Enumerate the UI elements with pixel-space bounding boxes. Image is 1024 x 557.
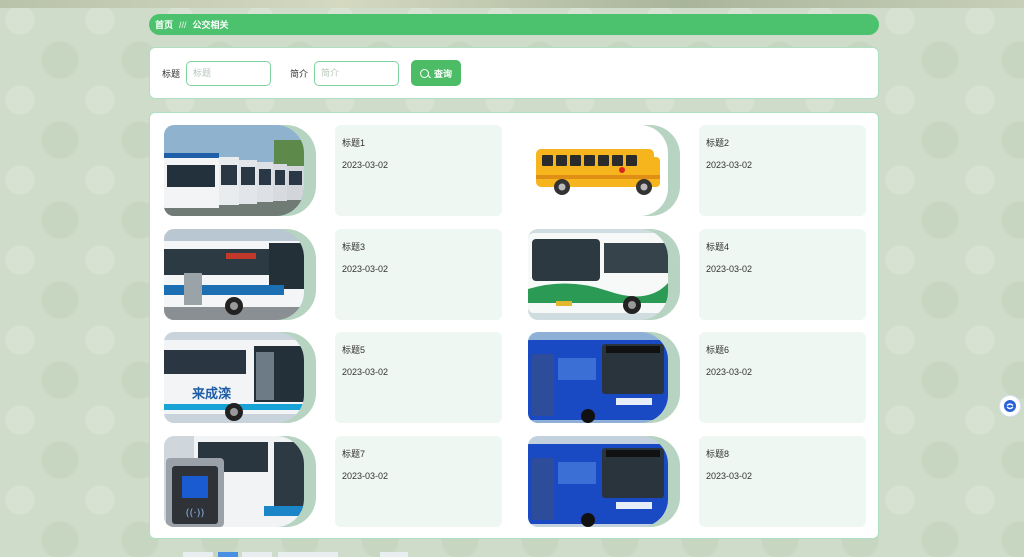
card-title: 标题4 xyxy=(706,242,730,252)
card-thumbnail[interactable] xyxy=(164,229,316,320)
list-item[interactable]: ((·)) 标题7 2023-03-02 xyxy=(164,436,503,527)
title-search-input[interactable] xyxy=(186,60,272,86)
chat-assistant-icon[interactable] xyxy=(999,395,1021,417)
list-item[interactable]: 标题1 2023-03-02 xyxy=(164,125,503,216)
card-date: 2023-03-02 xyxy=(706,264,753,274)
card-date: 2023-03-02 xyxy=(342,160,389,170)
pagination-prev[interactable] xyxy=(183,552,213,557)
breadcrumb: 首页 /// 公交相关 xyxy=(149,14,879,35)
search-panel: 标题 简介 查询 xyxy=(149,47,879,99)
bus-list-panel: 标题1 2023-03-02 标题2 2023-03-02 标题3 2023-0… xyxy=(149,112,879,539)
blue-bus-photo xyxy=(528,436,668,527)
card-title: 标题7 xyxy=(342,449,366,459)
school-bus-illustration xyxy=(528,125,668,216)
card-thumbnail[interactable] xyxy=(164,125,316,216)
card-thumbnail[interactable]: 来成滦 xyxy=(164,332,316,423)
card-info[interactable]: 标题5 2023-03-02 xyxy=(335,332,502,423)
green-white-bus-photo xyxy=(528,229,668,320)
card-info[interactable]: 标题8 2023-03-02 xyxy=(699,436,866,527)
city-bus-photo: 来成滦 xyxy=(164,332,304,423)
card-date: 2023-03-02 xyxy=(706,471,753,481)
blue-bus-photo xyxy=(528,332,668,423)
search-icon xyxy=(420,68,430,78)
card-title: 标题3 xyxy=(342,242,366,252)
card-title: 标题1 xyxy=(342,138,366,148)
card-info[interactable]: 标题7 2023-03-02 xyxy=(335,436,502,527)
title-filter-label: 标题 xyxy=(162,68,181,79)
card-thumbnail[interactable] xyxy=(528,436,680,527)
intro-search-input[interactable] xyxy=(314,60,400,86)
breadcrumb-home-link[interactable]: 首页 xyxy=(155,18,173,31)
svg-text:((·)): ((·)) xyxy=(186,508,205,519)
card-date: 2023-03-02 xyxy=(342,264,389,274)
pagination-size[interactable] xyxy=(278,552,338,557)
card-thumbnail[interactable] xyxy=(528,229,680,320)
card-date: 2023-03-02 xyxy=(342,367,389,377)
card-info[interactable]: 标题1 2023-03-02 xyxy=(335,125,502,216)
list-item[interactable]: 标题3 2023-03-02 xyxy=(164,229,503,320)
bus-card-reader-photo: ((·)) xyxy=(164,436,304,527)
card-title: 标题2 xyxy=(706,138,730,148)
card-info[interactable]: 标题4 2023-03-02 xyxy=(699,229,866,320)
card-info[interactable]: 标题6 2023-03-02 xyxy=(699,332,866,423)
pagination-next[interactable] xyxy=(242,552,272,557)
card-title: 标题6 xyxy=(706,345,730,355)
svg-text:来成滦: 来成滦 xyxy=(191,386,232,401)
card-thumbnail[interactable] xyxy=(528,332,680,423)
breadcrumb-current: 公交相关 xyxy=(192,20,229,30)
card-thumbnail[interactable]: ((·)) xyxy=(164,436,316,527)
query-button-label: 查询 xyxy=(434,68,453,79)
list-item[interactable]: 标题2 2023-03-02 xyxy=(528,125,867,216)
card-date: 2023-03-02 xyxy=(342,471,389,481)
card-info[interactable]: 标题2 2023-03-02 xyxy=(699,125,866,216)
list-item[interactable]: 标题6 2023-03-02 xyxy=(528,332,867,423)
breadcrumb-separator: /// xyxy=(179,19,187,30)
list-item[interactable]: 标题8 2023-03-02 xyxy=(528,436,867,527)
list-item[interactable]: 标题4 2023-03-02 xyxy=(528,229,867,320)
top-banner-strip xyxy=(0,0,1024,8)
intro-filter-label: 简介 xyxy=(290,68,309,79)
card-title: 标题8 xyxy=(706,449,730,459)
card-info[interactable]: 标题3 2023-03-02 xyxy=(335,229,502,320)
card-title: 标题5 xyxy=(342,345,366,355)
pagination-jump[interactable] xyxy=(380,552,408,557)
bus-fleet-photo xyxy=(164,125,304,216)
white-blue-bus-photo xyxy=(164,229,304,320)
card-date: 2023-03-02 xyxy=(706,367,753,377)
pagination-current[interactable] xyxy=(218,552,238,557)
card-date: 2023-03-02 xyxy=(706,160,753,170)
list-item[interactable]: 来成滦 标题5 2023-03-02 xyxy=(164,332,503,423)
card-thumbnail[interactable] xyxy=(528,125,680,216)
query-button[interactable]: 查询 xyxy=(411,60,462,86)
